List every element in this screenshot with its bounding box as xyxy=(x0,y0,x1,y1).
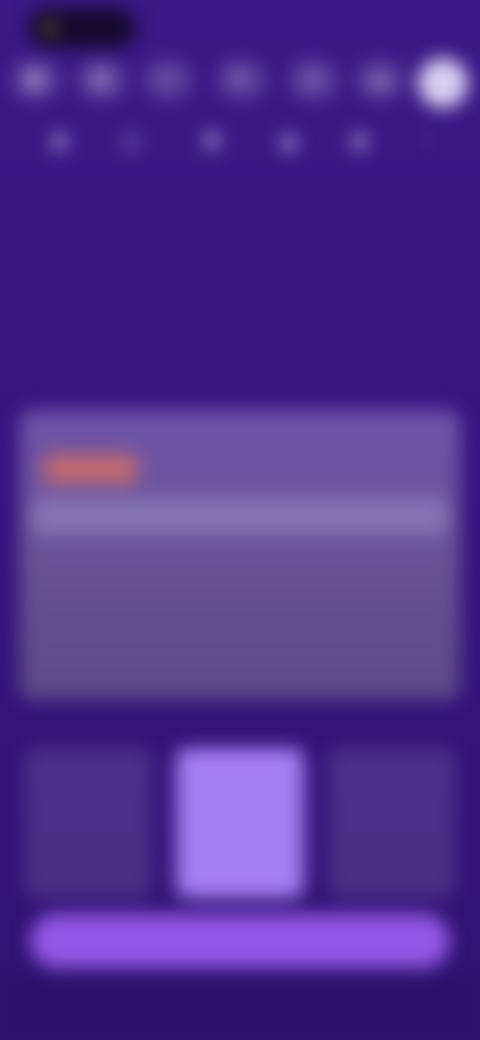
tool-item-1[interactable]: ◧ xyxy=(40,126,84,174)
shortcut-row: ▦ ▤ ☆ ✎ ▢ ☁ xyxy=(0,58,480,108)
blurred-screen: ▦ ▤ ☆ ✎ ▢ ☁ ◧ ◫ ◩ ◪ ◨ ◦ xyxy=(0,0,480,1040)
continue-button[interactable] xyxy=(30,914,450,968)
plan-option-3[interactable] xyxy=(328,748,456,898)
tool-icon-4: ◪ xyxy=(278,130,297,152)
shortcut-chip-3[interactable]: ☆ xyxy=(144,60,192,100)
star-icon: ☆ xyxy=(158,68,175,88)
grid-icon: ▦ xyxy=(26,68,44,88)
tool-icon-2: ◫ xyxy=(122,130,141,152)
tool-item-3[interactable]: ◩ xyxy=(192,126,236,174)
card-badge xyxy=(44,454,138,484)
cloud-icon: ☁ xyxy=(370,68,388,88)
tool-icon-3: ◩ xyxy=(204,130,223,152)
tool-item-6[interactable]: ◦ xyxy=(412,126,456,174)
chart-icon: ▤ xyxy=(92,68,110,88)
shortcut-chip-5[interactable]: ▢ xyxy=(290,60,338,100)
tool-item-5[interactable]: ◨ xyxy=(336,126,380,174)
plan-option-2[interactable] xyxy=(176,748,304,898)
tool-icon-6: ◦ xyxy=(424,128,432,150)
edit-icon: ✎ xyxy=(232,68,248,88)
promo-card xyxy=(20,410,460,700)
tool-item-2[interactable]: ◫ xyxy=(110,126,154,174)
shortcut-chip-4[interactable]: ✎ xyxy=(218,60,266,100)
plan-option-1[interactable] xyxy=(24,748,152,898)
status-dot-icon xyxy=(44,22,56,34)
card-band xyxy=(32,498,448,534)
shortcut-chip-1[interactable]: ▦ xyxy=(12,60,60,100)
shortcut-chip-6[interactable]: ☁ xyxy=(356,60,404,100)
folder-icon: ▢ xyxy=(304,68,322,88)
tool-icon-1: ◧ xyxy=(52,130,71,152)
tool-row: ◧ ◫ ◩ ◪ ◨ ◦ xyxy=(0,120,480,180)
tool-item-4[interactable]: ◪ xyxy=(266,126,310,174)
avatar[interactable] xyxy=(418,58,468,108)
status-pill[interactable] xyxy=(28,8,136,48)
bottom-bar xyxy=(0,978,480,1040)
plan-selector xyxy=(24,748,456,898)
shortcut-chip-2[interactable]: ▤ xyxy=(78,60,126,100)
tool-icon-5: ◨ xyxy=(348,130,367,152)
